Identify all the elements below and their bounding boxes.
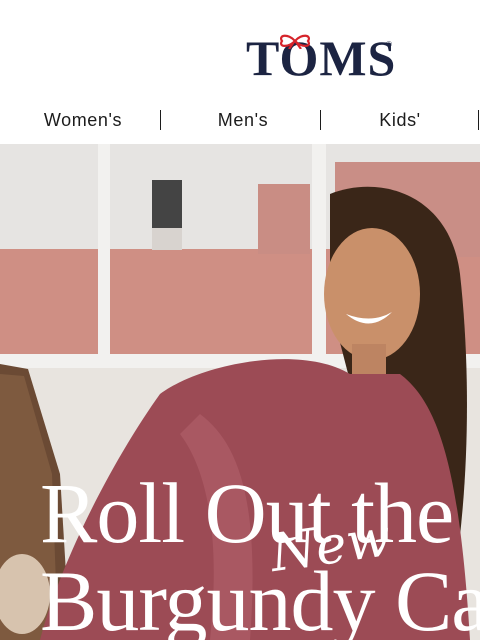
registered-mark: ® (386, 40, 392, 49)
nav-divider (478, 110, 479, 130)
hero-headline-line1: Roll Out the (40, 465, 454, 561)
nav-item-kids[interactable]: Kids' (360, 100, 440, 144)
red-bow-icon (280, 34, 310, 49)
nav-divider (320, 110, 321, 130)
logo-wordmark: TOMS (246, 30, 397, 86)
hero-banner[interactable]: New Roll Out the Burgundy Car (0, 144, 480, 640)
nav-divider (160, 110, 161, 130)
category-nav: Women's Men's Kids' (0, 100, 480, 144)
site-header: TOMS ® (0, 0, 480, 100)
nav-item-mens[interactable]: Men's (200, 100, 286, 144)
nav-item-womens[interactable]: Women's (30, 100, 136, 144)
hero-headline-line2: Burgundy Car (40, 553, 480, 640)
toms-logo[interactable]: TOMS ® (246, 30, 396, 86)
